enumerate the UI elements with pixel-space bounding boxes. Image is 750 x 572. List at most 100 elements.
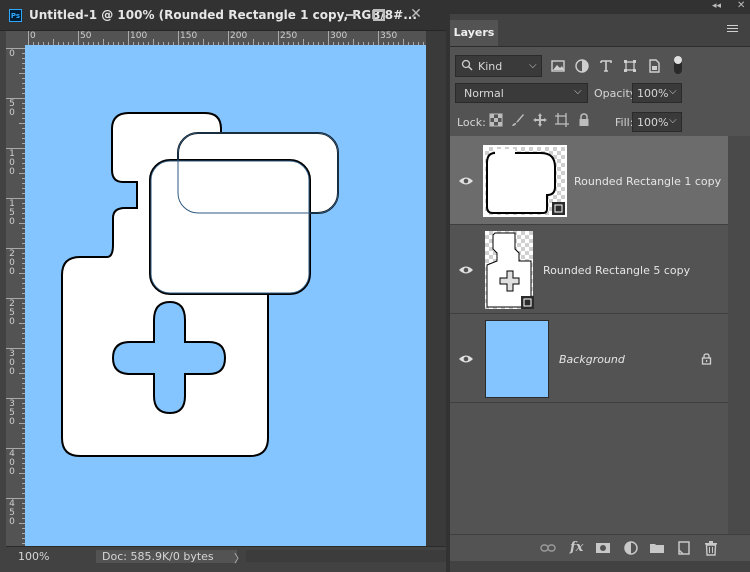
- layer-row-rounded-rectangle-5-copy[interactable]: Rounded Rectangle 5 copy: [450, 225, 728, 314]
- horizontal-ruler[interactable]: 0 50 100 150 200 250 300 350: [25, 31, 426, 45]
- layer-locked-icon[interactable]: [701, 353, 712, 365]
- ruler-tick: [128, 31, 129, 45]
- visibility-eye-icon[interactable]: [458, 354, 474, 364]
- vertical-scrollbar[interactable]: [426, 31, 446, 546]
- shape-layer-filter-icon[interactable]: [622, 58, 638, 74]
- search-icon: [461, 59, 473, 71]
- maximize-button[interactable]: [366, 5, 392, 23]
- ruler-label: 200: [230, 31, 248, 41]
- fill-value: 100%: [637, 116, 669, 129]
- layer-row-background[interactable]: Background: [450, 314, 728, 403]
- layers-list: Rounded Rectangle 1 copy Rounded Rectang…: [450, 136, 750, 404]
- ruler-origin[interactable]: [6, 31, 25, 45]
- layer-name[interactable]: Background: [559, 353, 625, 366]
- vector-mask-badge-icon: [552, 202, 565, 215]
- ruler-label: 0: [9, 49, 15, 59]
- opacity-field[interactable]: 100% ⌵: [632, 83, 682, 103]
- panel-menu-icon[interactable]: [727, 25, 738, 34]
- ruler-label: 1 0 0: [9, 149, 15, 177]
- ruler-label: 4 5 0: [9, 499, 15, 527]
- layer-row-rounded-rectangle-1-copy[interactable]: Rounded Rectangle 1 copy: [450, 136, 728, 225]
- filter-kind-label: Kind: [478, 60, 503, 73]
- chevron-down-icon: ⌵: [669, 86, 677, 97]
- lock-image-pixels-icon[interactable]: [511, 113, 525, 127]
- ruler-label: 1 5 0: [9, 199, 15, 227]
- ruler-label: 2 0 0: [9, 249, 15, 277]
- minimize-icon: [346, 13, 356, 16]
- lock-all-icon[interactable]: [577, 113, 591, 127]
- photoshop-app-icon: Ps: [9, 9, 22, 22]
- vertical-ruler[interactable]: 0 5 0 1 0 0 1 5 0 2 0 0 2 5 0 3 0 0 3 5 0 4 0 0 4…: [6, 45, 25, 546]
- blend-mode-select[interactable]: Normal ⌵: [455, 83, 588, 103]
- type-layer-filter-icon[interactable]: [598, 58, 614, 74]
- layer-name[interactable]: Rounded Rectangle 1 copy: [574, 175, 721, 188]
- panel-close-icon[interactable]: ✕: [737, 0, 745, 11]
- new-layer-icon[interactable]: [676, 540, 692, 556]
- panel-tab-bar: Layers: [450, 14, 750, 47]
- layer-filter-kind-select[interactable]: Kind ⌵: [455, 55, 542, 77]
- close-document-button[interactable]: ✕: [403, 5, 429, 23]
- add-mask-icon[interactable]: [595, 540, 611, 556]
- document-titlebar[interactable]: Ps Untitled-1 @ 100% (Rounded Rectangle …: [0, 0, 446, 31]
- ruler-tick: [228, 31, 229, 45]
- minimize-button[interactable]: [338, 5, 364, 23]
- ruler-tick: [78, 31, 79, 45]
- close-icon: ✕: [410, 6, 422, 22]
- ruler-label: 350: [380, 31, 398, 41]
- lock-position-icon[interactable]: [533, 113, 547, 127]
- layer-thumbnail[interactable]: [485, 320, 549, 398]
- link-layers-icon[interactable]: [540, 540, 556, 556]
- trash-icon[interactable]: [703, 540, 719, 556]
- lock-artboard-icon[interactable]: [555, 113, 569, 127]
- visibility-eye-icon[interactable]: [458, 176, 474, 186]
- layers-bottom-toolbar: fx: [450, 534, 750, 561]
- ruler-label: 3 5 0: [9, 399, 15, 427]
- layers-scrollbar[interactable]: [728, 136, 750, 536]
- ruler-tick: [378, 31, 379, 45]
- ruler-tick: [328, 31, 329, 45]
- panel-header-strip: ◂◂ ✕: [450, 0, 750, 14]
- smart-object-filter-icon[interactable]: [646, 58, 662, 74]
- collapse-panels-icon[interactable]: ◂◂: [712, 1, 721, 11]
- ruler-label: 100: [130, 31, 148, 41]
- tab-layers[interactable]: Layers: [450, 20, 498, 46]
- filter-toggle-knob: [674, 56, 682, 64]
- ruler-label: 3 0 0: [9, 349, 15, 377]
- ruler-label: 250: [280, 31, 298, 41]
- new-group-folder-icon[interactable]: [649, 540, 665, 556]
- ruler-label: 4 0 0: [9, 449, 15, 477]
- ruler-tick: [28, 31, 29, 45]
- document-status-bar: 100% Doc: 585.9K/0 bytes 〉: [6, 546, 446, 565]
- chevron-down-icon: ⌵: [574, 86, 582, 97]
- ruler-tick: [278, 31, 279, 45]
- filter-toggle-switch[interactable]: [674, 56, 682, 74]
- opacity-value: 100%: [637, 87, 669, 100]
- layer-name[interactable]: Rounded Rectangle 5 copy: [543, 264, 690, 277]
- ruler-label: 50: [80, 31, 92, 41]
- zoom-level-field[interactable]: 100%: [18, 550, 66, 563]
- pixel-layer-filter-icon[interactable]: [550, 58, 566, 74]
- ruler-tick: [178, 31, 179, 45]
- layers-panel: ◂◂ ✕ Layers Kind ⌵ Normal ⌵ Opacity: 100…: [450, 0, 750, 572]
- lock-transparent-pixels-icon[interactable]: [489, 113, 503, 127]
- document-info[interactable]: Doc: 585.9K/0 bytes: [96, 550, 237, 563]
- document-canvas[interactable]: [25, 45, 426, 546]
- ruler-label: 5 0: [9, 99, 15, 118]
- ruler-label: 150: [180, 31, 198, 41]
- canvas-artwork: [61, 112, 339, 457]
- fx-icon[interactable]: fx: [570, 540, 586, 556]
- fill-field[interactable]: 100% ⌵: [632, 112, 682, 132]
- panel-footer: [450, 561, 750, 572]
- ruler-label: 0: [30, 31, 36, 41]
- chevron-down-icon: ⌵: [529, 60, 537, 71]
- fill-label: Fill:: [615, 116, 634, 129]
- vector-mask-badge-icon: [521, 296, 534, 309]
- horizontal-scrollbar[interactable]: [246, 550, 446, 562]
- new-adjustment-layer-icon[interactable]: [623, 540, 639, 556]
- rounded-rectangle-1-copy-front: [149, 159, 311, 295]
- status-menu-arrow-icon[interactable]: 〉: [234, 550, 245, 566]
- adjustment-layer-filter-icon[interactable]: [574, 58, 590, 74]
- document-window: Ps Untitled-1 @ 100% (Rounded Rectangle …: [0, 0, 446, 572]
- visibility-eye-icon[interactable]: [458, 265, 474, 275]
- ruler-label: 300: [330, 31, 348, 41]
